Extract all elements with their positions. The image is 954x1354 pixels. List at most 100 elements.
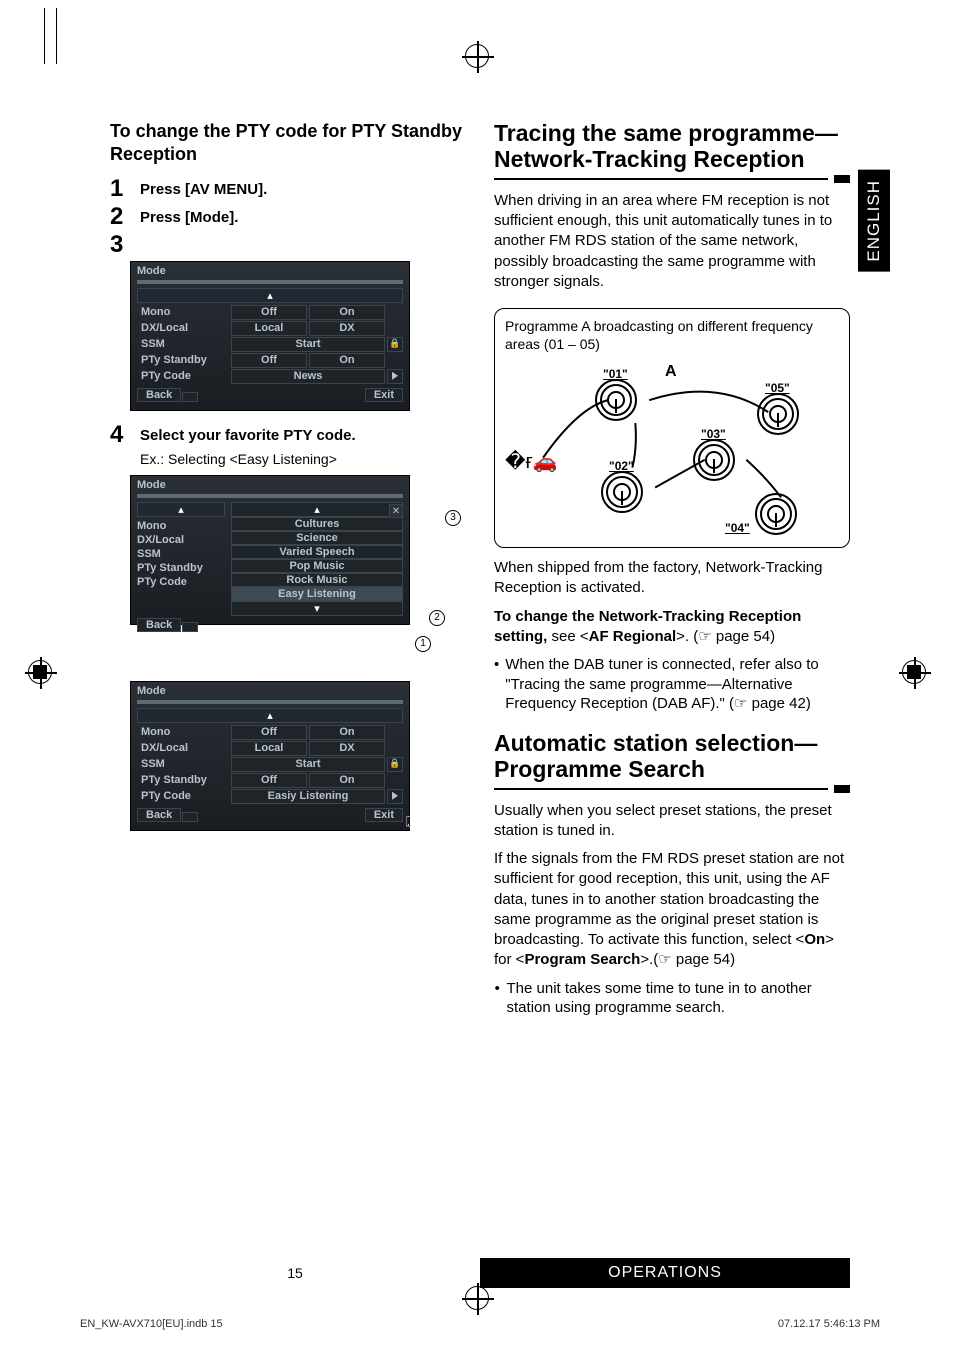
device2-opt-cultures[interactable]: Cultures — [231, 517, 403, 531]
device2-row-ptycode: PTy Code — [137, 575, 229, 589]
device3-ptycode-arrow-icon[interactable] — [387, 789, 403, 804]
registration-mark-top — [465, 44, 489, 68]
step-2: 2 Press [Mode]. — [110, 205, 466, 229]
left-heading: To change the PTY code for PTY Standby R… — [110, 120, 466, 167]
device-screen-1: Mode ▴ Mono Off On DX/Local Local DX SSM… — [130, 261, 410, 411]
device1-ssm-start[interactable]: Start — [231, 337, 385, 352]
label-01: "01" — [603, 367, 628, 381]
bullet-dot-icon-2: • — [494, 979, 501, 1018]
label-05: "05" — [765, 381, 790, 395]
step-4-text: Select your favorite PTY code. — [140, 423, 356, 444]
device1-row-ssm: SSM — [137, 337, 229, 352]
section1-after2-bold: AF Regional — [589, 628, 677, 645]
device1-dx-dx[interactable]: DX — [309, 321, 385, 336]
device1-row-dxlocal: DX/Local — [137, 321, 229, 336]
device2-opt-science[interactable]: Science — [231, 531, 403, 545]
device2-opt-easy[interactable]: Easy Listening — [231, 587, 403, 601]
device2-scroll-up-left[interactable]: ▴ — [137, 502, 225, 517]
device1-pty-off[interactable]: Off — [231, 353, 307, 368]
device2-cursor-icon-b: ☟ — [408, 589, 423, 618]
device3-row-ptystandby: PTy Standby — [137, 773, 229, 788]
device1-pty-on[interactable]: On — [309, 353, 385, 368]
device3-ssm-start[interactable]: Start — [231, 757, 385, 772]
device2-row-ptystandby: PTy Standby — [137, 561, 229, 575]
device2-row-dxlocal: DX/Local — [137, 533, 229, 547]
device3-row-mono: Mono — [137, 725, 229, 740]
crop-line-vert-2 — [56, 8, 57, 64]
device3-row-ssm: SSM — [137, 757, 229, 772]
page-footer: 15 OPERATIONS — [110, 1258, 850, 1288]
section1-rule — [494, 175, 850, 183]
page-content: To change the PTY code for PTY Standby R… — [110, 120, 850, 1220]
device3-mono-on[interactable]: On — [309, 725, 385, 740]
section2-body1: Usually when you select preset stations,… — [494, 801, 850, 842]
operations-bar: OPERATIONS — [480, 1258, 850, 1288]
antenna-02-icon — [601, 471, 643, 513]
device3-cursor-icon: ☟ — [404, 811, 419, 840]
device3-dx-dx[interactable]: DX — [309, 741, 385, 756]
section2-title: Automatic station selection—Programme Se… — [494, 730, 850, 783]
device1-row-ptystandby: PTy Standby — [137, 353, 229, 368]
step-2-text: Press [Mode]. — [140, 205, 238, 226]
device1-row-mono: Mono — [137, 305, 229, 320]
device1-ptycode-arrow-icon[interactable] — [387, 369, 403, 384]
step-3-num: 3 — [110, 233, 130, 257]
device-screen-3: Mode ▴ Mono Off On DX/Local Local DX SSM… — [130, 681, 410, 831]
device1-ptycode-value[interactable]: News — [231, 369, 385, 384]
section1-title: Tracing the same programme—Network-Track… — [494, 120, 850, 173]
registration-square-left — [33, 665, 47, 679]
device2-opt-rock[interactable]: Rock Music — [231, 573, 403, 587]
device1-ssm-lock-icon: 🔒 — [387, 337, 403, 352]
device-screen-2: Mode ▴ Mono DX/Local SSM PTy Standby PTy… — [130, 475, 410, 625]
device1-dx-local[interactable]: Local — [231, 321, 307, 336]
device2-opt-pop[interactable]: Pop Music — [231, 559, 403, 573]
s1a2m2: >. (☞ page 54) — [676, 628, 775, 645]
diagram-caption: Programme A broadcasting on different fr… — [505, 317, 839, 353]
page-number: 15 — [110, 1265, 480, 1281]
device3-exit-button[interactable]: Exit — [365, 808, 403, 822]
device3-pty-on[interactable]: On — [309, 773, 385, 788]
diagram-label-a: A — [665, 363, 677, 381]
device3-title: Mode — [131, 682, 409, 700]
step-1: 1 Press [AV MENU]. — [110, 177, 466, 201]
registration-square-right — [907, 665, 921, 679]
car-icon: �ғ🚗 — [505, 449, 558, 474]
s1a2m1: see < — [552, 628, 589, 645]
device2-title: Mode — [131, 476, 409, 494]
device1-row-ptycode: PTy Code — [137, 369, 229, 384]
device3-ssm-lock-icon: 🔒 — [387, 757, 403, 772]
device3-pty-off[interactable]: Off — [231, 773, 307, 788]
device2-back-button[interactable]: Back — [137, 618, 181, 632]
antenna-01-icon — [595, 379, 637, 421]
antenna-04-icon — [755, 493, 797, 535]
s2b2bold2: Program Search — [524, 951, 640, 968]
device2-opt-varied[interactable]: Varied Speech — [231, 545, 403, 559]
device3-subbar — [137, 700, 403, 704]
step-4-sub: Ex.: Selecting <Easy Listening> — [140, 451, 466, 467]
step-3: 3 — [110, 233, 466, 257]
device3-mono-off[interactable]: Off — [231, 725, 307, 740]
section1-after1: When shipped from the factory, Network-T… — [494, 558, 850, 599]
device1-scroll-up[interactable]: ▴ — [137, 288, 403, 303]
label-02: "02" — [609, 459, 634, 473]
device3-back-button[interactable]: Back — [137, 808, 181, 822]
section2-body2: If the signals from the FM RDS preset st… — [494, 849, 850, 971]
device1-subbar — [137, 280, 403, 284]
device3-dx-local[interactable]: Local — [231, 741, 307, 756]
step-4: 4 Select your favorite PTY code. — [110, 423, 466, 447]
antenna-05-icon — [757, 393, 799, 435]
device2-close-icon[interactable]: ✕ — [389, 504, 403, 518]
device2-scroll-down-right[interactable]: ▾ — [231, 601, 403, 616]
device3-ptycode-value[interactable]: Easiy Listening — [231, 789, 385, 804]
section2-rule — [494, 785, 850, 793]
device2-scroll-up-right[interactable]: ▴ — [231, 502, 403, 517]
section1-after2: To change the Network-Tracking Reception… — [494, 607, 850, 648]
device1-mono-on[interactable]: On — [309, 305, 385, 320]
section1-bullet: • When the DAB tuner is connected, refer… — [494, 655, 850, 714]
device3-scroll-up[interactable]: ▴ — [137, 708, 403, 723]
device2-row-ssm: SSM — [137, 547, 229, 561]
device1-mono-off[interactable]: Off — [231, 305, 307, 320]
device1-exit-button[interactable]: Exit — [365, 388, 403, 402]
device1-back-button[interactable]: Back — [137, 388, 181, 402]
section1-body: When driving in an area where FM recepti… — [494, 191, 850, 292]
